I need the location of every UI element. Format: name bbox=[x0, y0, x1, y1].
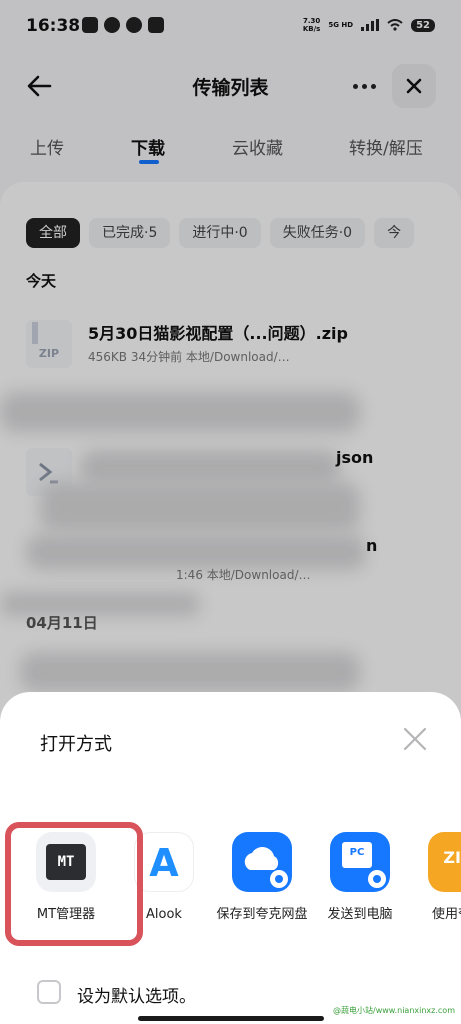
default-checkbox[interactable] bbox=[37, 980, 61, 1004]
highlight-box bbox=[5, 822, 143, 946]
zip-app-icon: ZIP bbox=[428, 832, 461, 892]
sheet-title: 打开方式 bbox=[40, 734, 112, 755]
app-send-to-pc[interactable]: PC 发送到电脑 bbox=[314, 832, 406, 923]
app-quark-cloud[interactable]: 保存到夸克网盘 bbox=[216, 832, 308, 923]
app-label: 发送到电脑 bbox=[327, 907, 393, 922]
home-indicator[interactable] bbox=[138, 1016, 324, 1021]
app-label: 使用夸压 bbox=[431, 907, 461, 922]
watermark: @蔬电小站/www.nianxinxz.com bbox=[333, 1006, 455, 1015]
app-label: 保存到夸克网盘 bbox=[216, 907, 308, 922]
cloud-icon bbox=[232, 832, 292, 892]
pc-icon: PC bbox=[330, 832, 390, 892]
close-icon bbox=[403, 727, 427, 751]
alook-icon: A bbox=[134, 832, 194, 892]
app-quark-zip[interactable]: ZIP 使用夸压 bbox=[412, 832, 461, 923]
sheet-close-button[interactable] bbox=[400, 724, 430, 754]
default-option-label: 设为默认选项。 bbox=[77, 987, 196, 1007]
